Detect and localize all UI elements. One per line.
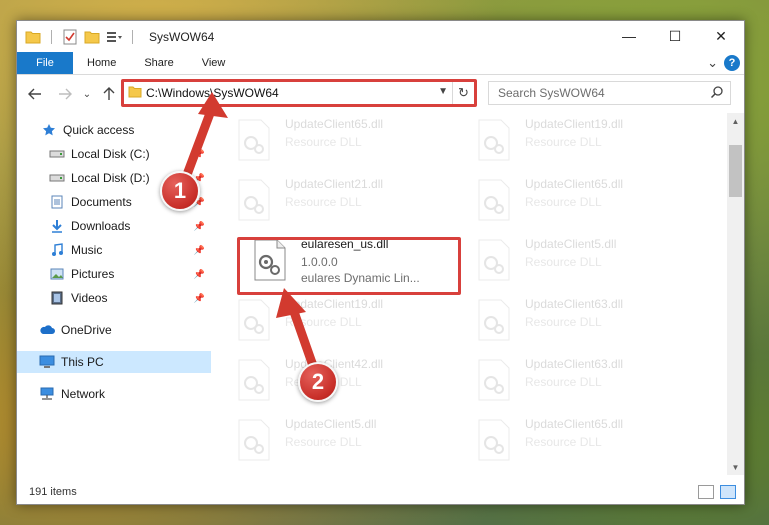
annotation-arrows — [177, 92, 323, 385]
arrow-2-head — [276, 288, 306, 318]
arrow-1-head — [198, 92, 228, 118]
step-2-badge: 2 — [298, 362, 338, 402]
step-1-badge: 1 — [160, 171, 200, 211]
